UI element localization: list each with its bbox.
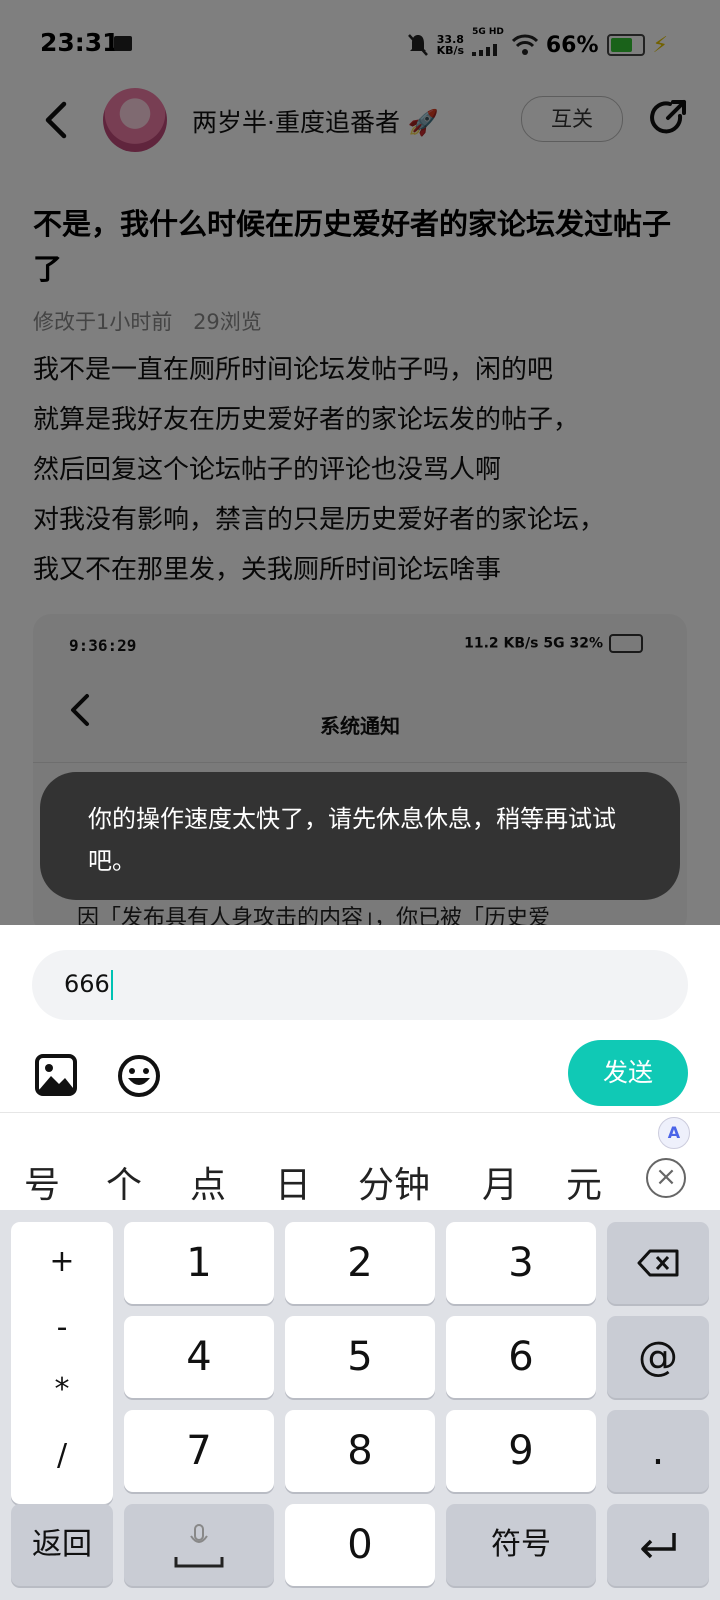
image-picker-icon[interactable] bbox=[35, 1054, 77, 1096]
text-caret bbox=[110, 970, 113, 1000]
key-multiply[interactable]: * bbox=[11, 1372, 113, 1407]
post-line: 就算是我好友在历史爱好者的家论坛发的帖子， bbox=[33, 405, 580, 435]
candidate-item[interactable]: 个 bbox=[106, 1156, 142, 1208]
network-speed: 33.8 KB/s bbox=[436, 33, 465, 57]
candidate-item[interactable]: 点 bbox=[190, 1156, 226, 1208]
post-page: 23:31 33.8 KB/s 5G HD 66% ⚡ 两岁半·重度追番者 🚀 … bbox=[0, 0, 720, 925]
key-6[interactable]: 6 bbox=[446, 1316, 596, 1398]
calendar-icon bbox=[114, 36, 132, 51]
post-line: 我不是一直在厕所时间论坛发帖子吗，闲的吧 bbox=[33, 355, 554, 385]
key-1[interactable]: 1 bbox=[124, 1222, 274, 1304]
key-at[interactable]: @ bbox=[607, 1316, 709, 1398]
battery-icon bbox=[606, 34, 645, 56]
key-minus[interactable]: - bbox=[11, 1310, 113, 1345]
candidate-item[interactable]: 月 bbox=[482, 1156, 518, 1208]
key-0[interactable]: 0 bbox=[285, 1504, 435, 1586]
key-5[interactable]: 5 bbox=[285, 1316, 435, 1398]
comment-input[interactable]: 666 bbox=[32, 950, 688, 1020]
symbol-column[interactable]: + - * / bbox=[11, 1222, 113, 1504]
signal-icon bbox=[472, 44, 498, 56]
key-4[interactable]: 4 bbox=[124, 1316, 274, 1398]
key-slash[interactable]: / bbox=[11, 1438, 113, 1473]
post-header: 两岁半·重度追番者 🚀 互关 bbox=[0, 88, 720, 154]
close-candidates-icon[interactable]: × bbox=[646, 1158, 686, 1198]
embed-time: 9:36:29 bbox=[69, 636, 137, 655]
space-key[interactable] bbox=[124, 1504, 274, 1586]
modified-time: 修改于1小时前 bbox=[33, 310, 173, 334]
signal-indicator: 5G HD bbox=[472, 28, 504, 62]
status-bar: 23:31 33.8 KB/s 5G HD 66% ⚡ bbox=[0, 22, 720, 68]
post-line: 我又不在那里发，关我厕所时间论坛啥事 bbox=[33, 555, 502, 585]
key-9[interactable]: 9 bbox=[446, 1410, 596, 1492]
candidate-item[interactable]: 元 bbox=[566, 1156, 602, 1208]
post-line: 对我没有影响，禁言的只是历史爱好者的家论坛， bbox=[33, 505, 606, 535]
embed-battery-icon bbox=[609, 634, 643, 653]
send-button[interactable]: 发送 bbox=[568, 1040, 688, 1106]
space-icon bbox=[174, 1557, 224, 1568]
rate-limit-toast: 你的操作速度太快了，请先休息休息，稍等再试试吧。 bbox=[40, 772, 680, 900]
author-name[interactable]: 两岁半·重度追番者 🚀 bbox=[192, 103, 439, 139]
battery-percent: 66% bbox=[545, 32, 599, 58]
enter-icon bbox=[641, 1533, 676, 1559]
post-body: 我不是一直在厕所时间论坛发帖子吗，闲的吧 就算是我好友在历史爱好者的家论坛发的帖… bbox=[33, 345, 703, 595]
wifi-icon bbox=[511, 34, 538, 55]
key-3[interactable]: 3 bbox=[446, 1222, 596, 1304]
back-key[interactable]: 返回 bbox=[11, 1504, 113, 1586]
backspace-key[interactable] bbox=[607, 1222, 709, 1304]
emoji-icon[interactable] bbox=[117, 1054, 161, 1098]
key-8[interactable]: 8 bbox=[285, 1410, 435, 1492]
candidate-item[interactable]: 号 bbox=[24, 1156, 60, 1208]
ime-logo-icon[interactable] bbox=[658, 1117, 690, 1149]
post-title: 不是，我什么时候在历史爱好者的家论坛发过帖子了 bbox=[33, 207, 672, 286]
embed-status: 11.2 KB/s 5G 32% bbox=[464, 634, 643, 653]
key-7[interactable]: 7 bbox=[124, 1410, 274, 1492]
back-arrow-icon[interactable] bbox=[36, 96, 76, 144]
key-dot[interactable]: . bbox=[607, 1410, 709, 1492]
key-plus[interactable]: + bbox=[11, 1244, 113, 1279]
embed-divider bbox=[33, 762, 687, 763]
symbol-key[interactable]: 符号 bbox=[446, 1504, 596, 1586]
rocket-badge-icon: 🚀 bbox=[407, 108, 440, 137]
charging-icon: ⚡ bbox=[652, 32, 668, 58]
backspace-icon bbox=[637, 1249, 679, 1277]
mutual-follow-button[interactable]: 互关 bbox=[521, 96, 623, 142]
microphone-icon bbox=[190, 1524, 208, 1543]
candidate-item[interactable]: 分钟 bbox=[358, 1156, 430, 1208]
status-time: 23:31 bbox=[40, 28, 120, 57]
embed-notice-text: 因「发布具有人身攻击的内容」，你已被「历史爱 bbox=[77, 906, 551, 925]
keyboard-divider bbox=[0, 1112, 720, 1113]
view-count: 29浏览 bbox=[193, 310, 262, 334]
embed-title: 系统通知 bbox=[320, 714, 400, 738]
post-meta: 修改于1小时前 29浏览 bbox=[33, 306, 276, 336]
share-icon[interactable] bbox=[646, 96, 690, 140]
numeric-keyboard: + - * / 1 2 3 4 5 6 @ 7 8 9 . 返回 0 符号 bbox=[0, 1210, 720, 1600]
post-line: 然后回复这个论坛帖子的评论也没骂人啊 bbox=[33, 455, 502, 485]
enter-key[interactable] bbox=[607, 1504, 709, 1586]
status-right: 33.8 KB/s 5G HD 66% ⚡ bbox=[407, 28, 668, 62]
candidate-bar: 号 个 点 日 分钟 月 元 × bbox=[0, 1150, 720, 1208]
mute-bell-icon bbox=[407, 34, 428, 56]
author-avatar[interactable] bbox=[103, 88, 167, 152]
candidate-item[interactable]: 日 bbox=[275, 1156, 311, 1208]
key-2[interactable]: 2 bbox=[285, 1222, 435, 1304]
